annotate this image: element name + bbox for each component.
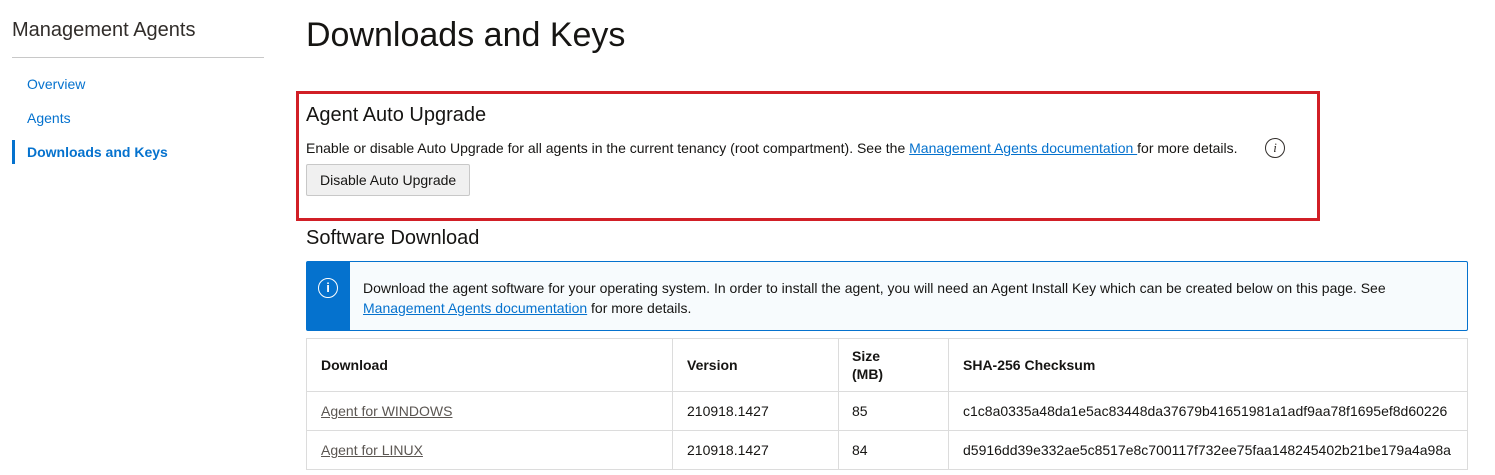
notice-text: Download the agent software for your ope…: [363, 278, 1453, 318]
sidebar: Management Agents Overview Agents Downlo…: [12, 0, 264, 174]
auto-upgrade-desc-text: Enable or disable Auto Upgrade for all a…: [306, 140, 910, 156]
disable-auto-upgrade-button[interactable]: Disable Auto Upgrade: [306, 164, 471, 196]
info-notice: i Download the agent software for your o…: [306, 261, 1468, 331]
column-header-size-label: Size (MB): [852, 348, 884, 382]
checksum-cell: c1c8a0335a48da1e5ac83448da37679b41651981…: [948, 391, 1468, 431]
table-row: Agent for WINDOWS 210918.1427 85 c1c8a03…: [306, 391, 1468, 431]
size-cell: 85: [838, 391, 949, 431]
auto-upgrade-description: Enable or disable Auto Upgrade for all a…: [306, 140, 1238, 156]
info-icon[interactable]: i: [1265, 138, 1285, 158]
page-title: Downloads and Keys: [306, 16, 626, 54]
notice-documentation-link[interactable]: Management Agents documentation: [363, 300, 587, 316]
column-header-checksum: SHA-256 Checksum: [948, 338, 1468, 392]
info-icon: i: [318, 278, 338, 298]
download-link-linux[interactable]: Agent for LINUX: [321, 442, 423, 458]
documentation-link[interactable]: Management Agents documentation: [909, 140, 1137, 156]
notice-text-body: Download the agent software for your ope…: [363, 280, 1386, 296]
column-header-size: Size (MB): [838, 338, 949, 392]
auto-upgrade-heading: Agent Auto Upgrade: [306, 104, 487, 126]
download-link-windows[interactable]: Agent for WINDOWS: [321, 403, 452, 419]
auto-upgrade-panel: Agent Auto Upgrade Enable or disable Aut…: [296, 91, 1320, 221]
column-header-version: Version: [672, 338, 839, 392]
version-cell: 210918.1427: [672, 391, 839, 431]
table-row: Agent for LINUX 210918.1427 84 d5916dd39…: [306, 430, 1468, 470]
checksum-cell: d5916dd39e332ae5c8517e8c700117f732ee75fa…: [948, 430, 1468, 470]
version-cell: 210918.1427: [672, 430, 839, 470]
software-download-heading: Software Download: [306, 227, 480, 249]
download-cell: Agent for LINUX: [306, 430, 673, 470]
sidebar-nav: Overview Agents Downloads and Keys: [12, 72, 264, 164]
auto-upgrade-desc-suffix: for more details.: [1137, 140, 1238, 156]
sidebar-item-overview[interactable]: Overview: [12, 72, 264, 96]
size-cell: 84: [838, 430, 949, 470]
notice-text-suffix: for more details.: [587, 300, 692, 316]
download-cell: Agent for WINDOWS: [306, 391, 673, 431]
sidebar-title: Management Agents: [12, 0, 264, 58]
sidebar-item-agents[interactable]: Agents: [12, 106, 264, 130]
column-header-download: Download: [306, 338, 673, 392]
sidebar-item-downloads-and-keys[interactable]: Downloads and Keys: [12, 140, 264, 164]
downloads-table: Download Version Size (MB) SHA-256 Check…: [306, 338, 1468, 470]
table-header-row: Download Version Size (MB) SHA-256 Check…: [306, 338, 1468, 392]
notice-bar: i: [307, 262, 350, 330]
